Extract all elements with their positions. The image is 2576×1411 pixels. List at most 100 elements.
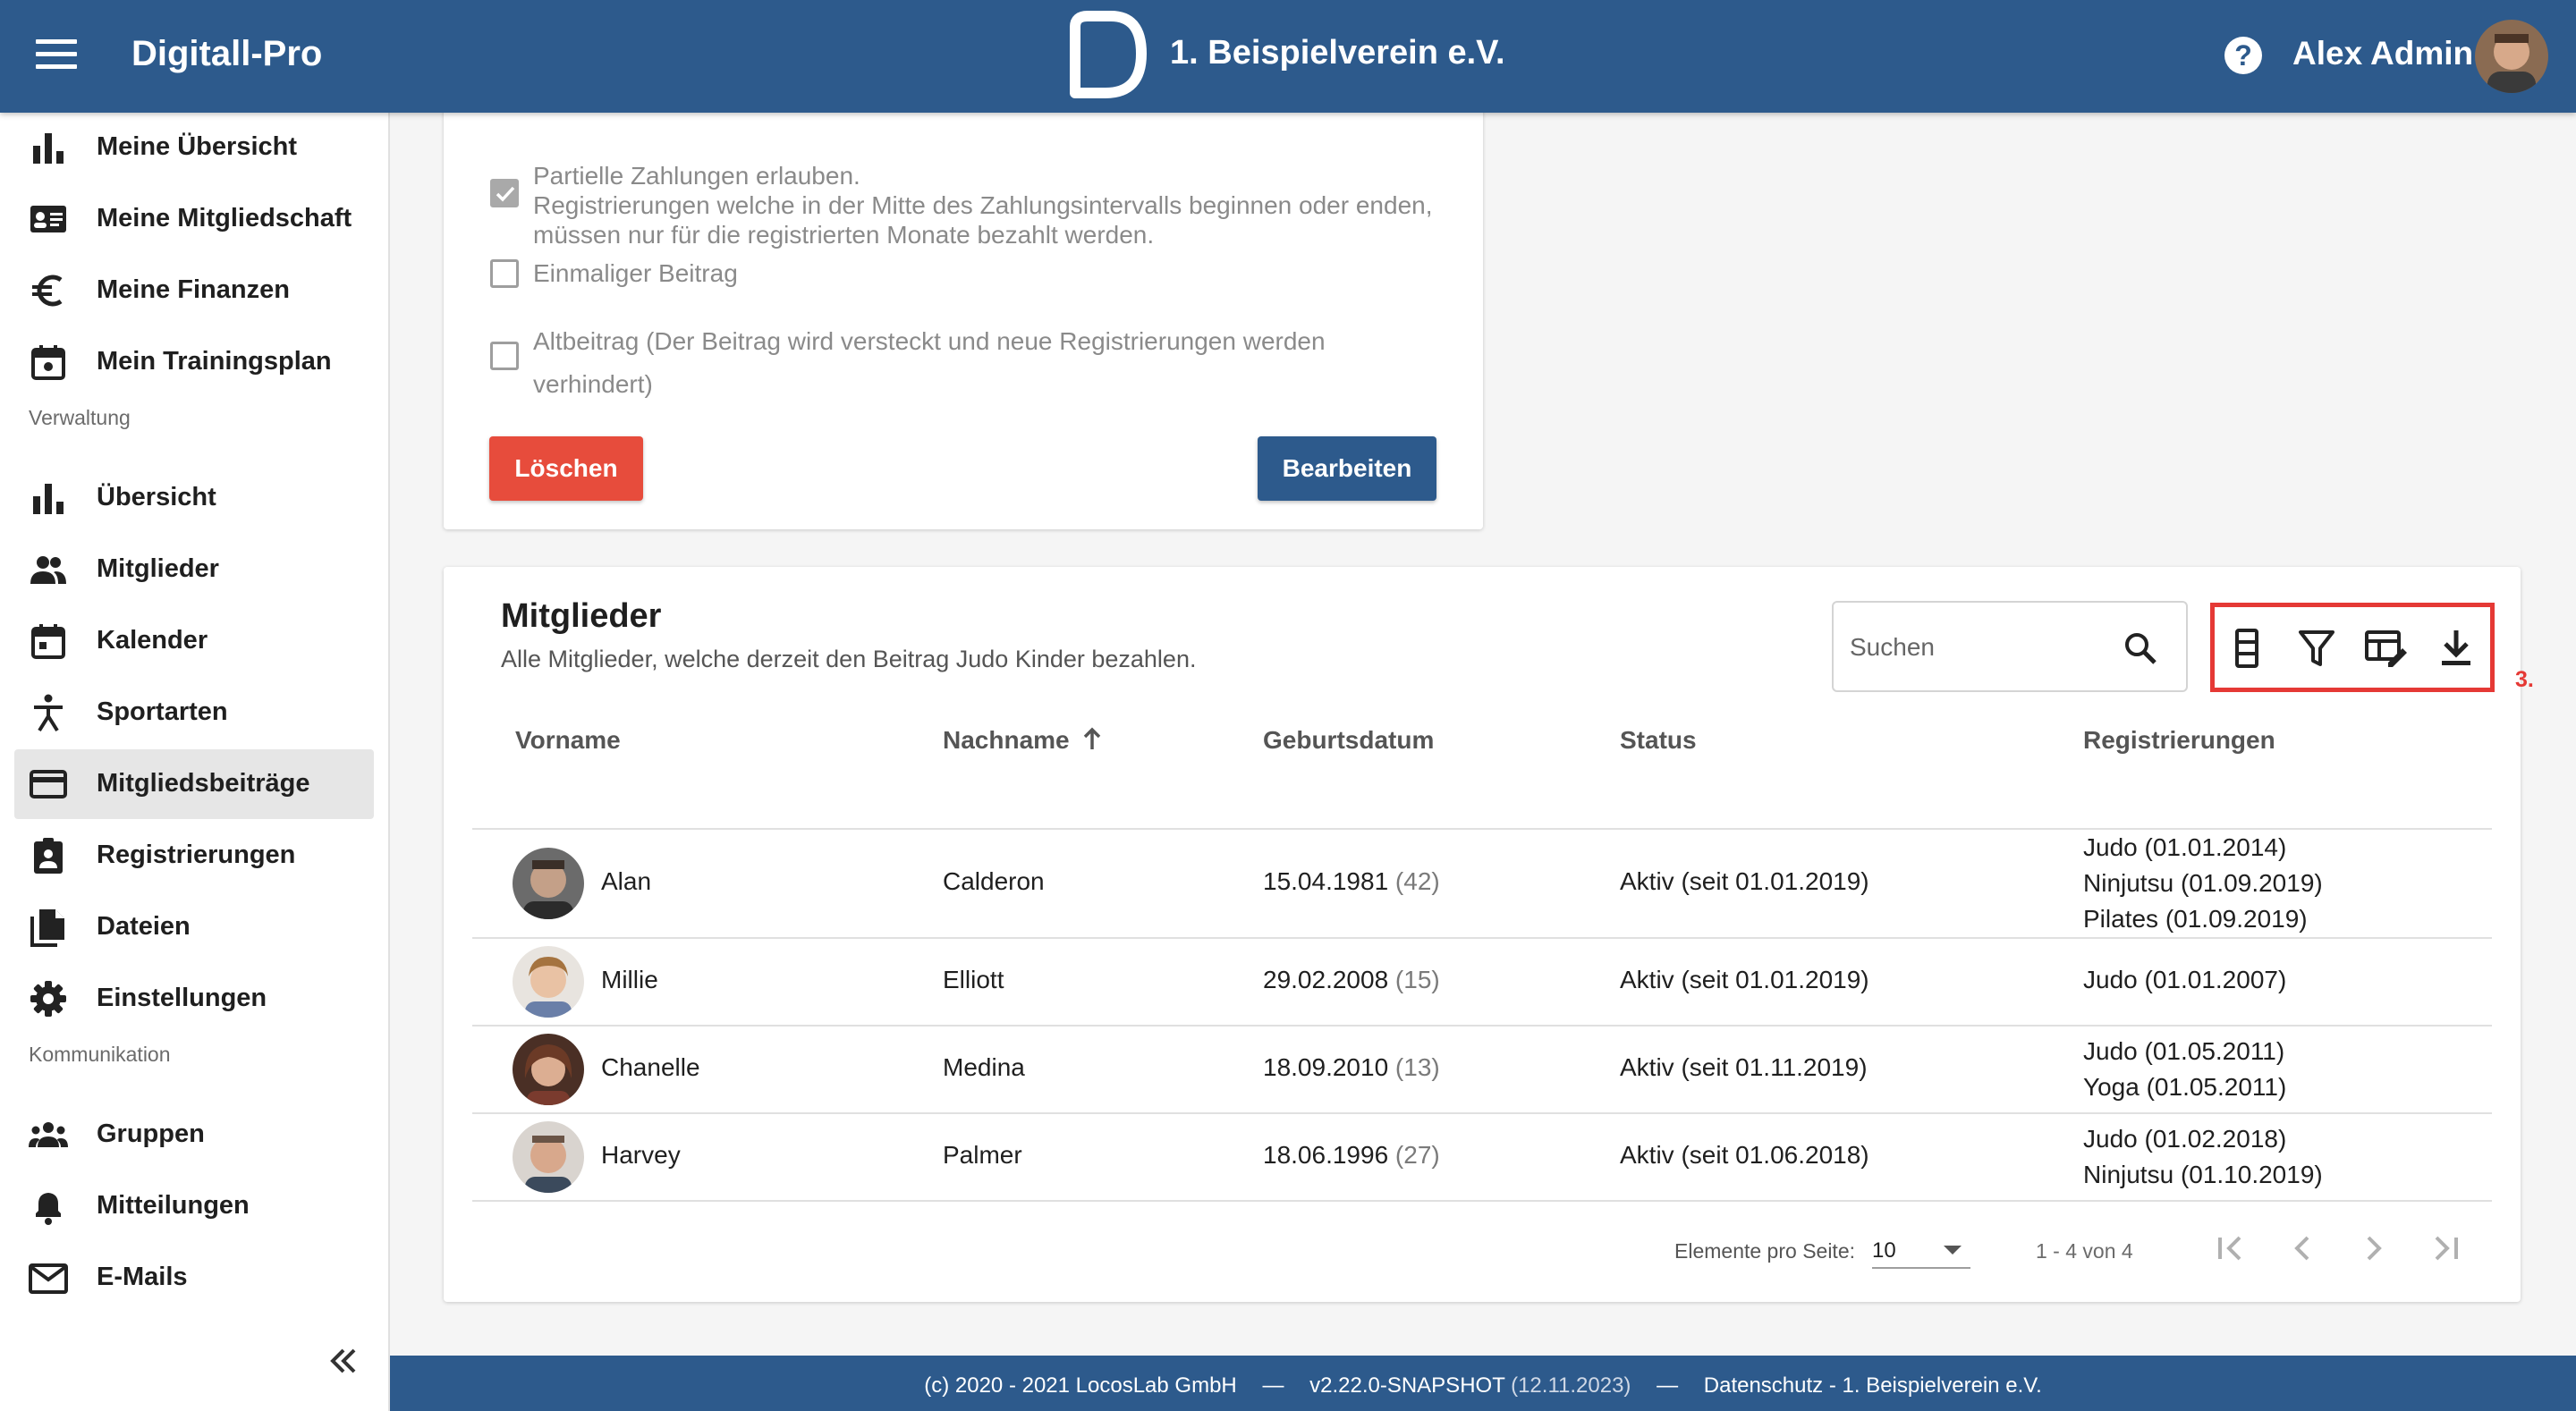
sidebar-item-kalender[interactable]: Kalender [14, 606, 374, 676]
sort-ascending-icon[interactable] [1081, 726, 1103, 751]
cell-birthdate: 18.06.1996 (27) [1263, 1141, 1440, 1170]
sidebar-item-mitglieder[interactable]: Mitglieder [14, 535, 374, 604]
sidebar-item-label: Mitteilungen [97, 1191, 250, 1220]
sidebar: Meine Übersicht Meine Mitgliedschaft Mei… [0, 113, 390, 1411]
table-row[interactable]: Harvey Palmer 18.06.1996 (27) Aktiv (sei… [472, 1114, 2492, 1200]
sidebar-item-label: Mitglieder [97, 554, 219, 583]
items-per-page-label: Elemente pro Seite: [1674, 1239, 1856, 1263]
column-header-nachname[interactable]: Nachname [943, 726, 1103, 755]
column-header-vorname[interactable]: Vorname [515, 726, 621, 755]
download-icon[interactable] [2433, 625, 2479, 672]
table-row[interactable]: Alan Calderon 15.04.1981 (42) Aktiv (sei… [472, 830, 2492, 937]
help-icon[interactable]: ? [2224, 37, 2262, 74]
people-icon [30, 556, 66, 584]
delete-button[interactable]: Löschen [489, 436, 643, 501]
age-value: (13) [1394, 1053, 1440, 1081]
footer-separator: — [1262, 1373, 1284, 1398]
user-name[interactable]: Alex Admin [2292, 35, 2473, 72]
cell-last-name: Calderon [943, 867, 1045, 895]
items-per-page-select[interactable]: 10 [1872, 1233, 1970, 1269]
cell-registrations: Judo (01.05.2011) Yoga (01.05.2011) [2083, 1034, 2286, 1105]
option-label: Altbeitrag (Der Beitrag wird versteckt u… [533, 327, 1326, 398]
previous-page-icon[interactable] [2281, 1227, 2324, 1270]
menu-icon[interactable] [36, 39, 77, 73]
bell-icon [36, 1193, 61, 1225]
footer-privacy-link[interactable]: Datenschutz - 1. Beispielverein e.V. [1704, 1373, 2042, 1398]
id-card-icon [30, 206, 66, 232]
next-page-icon[interactable] [2352, 1227, 2395, 1270]
sidebar-item-label: Einstellungen [97, 984, 267, 1012]
user-avatar[interactable] [2475, 20, 2548, 93]
bar-chart-icon [33, 484, 64, 514]
collapse-sidebar-icon[interactable] [324, 1341, 363, 1381]
column-layout-icon[interactable] [2224, 625, 2270, 672]
checkbox-one-time-fee[interactable] [490, 259, 519, 288]
sidebar-item-sportarten[interactable]: Sportarten [14, 678, 374, 748]
cell-last-name: Palmer [943, 1141, 1022, 1169]
checkbox-partial-payments[interactable] [490, 179, 519, 207]
cell-registrations: Judo (01.02.2018) Ninjutsu (01.10.2019) [2083, 1121, 2323, 1193]
footer-content: (c) 2020 - 2021 LocosLab GmbH — v2.22.0-… [390, 1373, 2576, 1398]
registration-item: Judo (01.01.2007) [2083, 966, 2287, 993]
sidebar-item-registrierungen[interactable]: Registrierungen [14, 821, 374, 891]
table-row[interactable]: Chanelle Medina 18.09.2010 (13) Aktiv (s… [472, 1027, 2492, 1112]
sidebar-item-einstellungen[interactable]: Einstellungen [14, 964, 374, 1034]
registration-item: Yoga (01.05.2011) [2083, 1073, 2287, 1101]
club-logo-icon [1070, 11, 1147, 98]
file-icon [30, 909, 64, 947]
search-input[interactable] [1850, 628, 2118, 667]
avatar [513, 946, 584, 1018]
sidebar-item-label: Dateien [97, 912, 191, 941]
sidebar-item-meine-mitgliedschaft[interactable]: Meine Mitgliedschaft [14, 184, 374, 254]
cell-last-name: Elliott [943, 966, 1004, 993]
registration-item: Judo (01.05.2011) [2083, 1037, 2285, 1065]
table-toolbar [2210, 603, 2495, 692]
cell-status: Aktiv (seit 01.11.2019) [1620, 1053, 1868, 1082]
column-header-status[interactable]: Status [1620, 726, 1697, 755]
sidebar-item-label: Meine Finanzen [97, 275, 290, 304]
sidebar-item-uebersicht[interactable]: Übersicht [14, 463, 374, 533]
sidebar-item-mitgliedsbeitraege[interactable]: Mitgliedsbeiträge [14, 749, 374, 819]
sidebar-item-meine-uebersicht[interactable]: Meine Übersicht [14, 113, 374, 182]
age-value: (42) [1394, 867, 1440, 895]
status-value: Aktiv [1620, 1141, 1674, 1169]
app-title[interactable]: Digitall-Pro [131, 34, 322, 74]
search-field[interactable] [1832, 601, 2188, 692]
last-page-icon[interactable] [2424, 1227, 2467, 1270]
sidebar-item-gruppen[interactable]: Gruppen [14, 1100, 374, 1170]
birthdate-value: 29.02.2008 [1263, 966, 1389, 993]
column-header-label: Nachname [943, 726, 1070, 754]
sidebar-item-dateien[interactable]: Dateien [14, 892, 374, 962]
checkbox-legacy-fee[interactable] [490, 342, 519, 370]
sidebar-item-label: Sportarten [97, 697, 228, 726]
club-name: 1. Beispielverein e.V. [1170, 34, 1505, 72]
status-value: Aktiv [1620, 966, 1674, 993]
section-label-kommunikation: Kommunikation [29, 1043, 171, 1066]
first-page-icon[interactable] [2209, 1227, 2252, 1270]
footer-build-date: (12.11.2023) [1511, 1373, 1631, 1398]
sidebar-item-e-mails[interactable]: E-Mails [14, 1243, 374, 1313]
sidebar-item-label: Meine Übersicht [97, 132, 297, 161]
items-per-page-value: 10 [1872, 1238, 1896, 1263]
cell-birthdate: 29.02.2008 (15) [1263, 966, 1440, 994]
members-subtitle: Alle Mitglieder, welche derzeit den Beit… [501, 646, 1197, 672]
column-header-geburtsdatum[interactable]: Geburtsdatum [1263, 726, 1434, 755]
footer-copyright[interactable]: (c) 2020 - 2021 LocosLab GmbH [924, 1373, 1237, 1398]
sidebar-item-mein-trainingsplan[interactable]: Mein Trainingsplan [14, 327, 374, 397]
sidebar-item-label: Gruppen [97, 1120, 205, 1148]
edit-button[interactable]: Bearbeiten [1258, 436, 1436, 501]
search-icon[interactable] [2122, 629, 2159, 667]
section-label-verwaltung: Verwaltung [29, 406, 131, 429]
mail-icon [29, 1263, 68, 1294]
sidebar-item-label: Registrierungen [97, 841, 296, 869]
table-row[interactable]: Millie Elliott 29.02.2008 (15) Aktiv (se… [472, 939, 2492, 1025]
registration-item: Judo (01.01.2014) [2083, 833, 2287, 861]
edit-columns-icon[interactable] [2363, 625, 2410, 672]
sidebar-item-meine-finanzen[interactable]: Meine Finanzen [14, 256, 374, 325]
cell-registrations: Judo (01.01.2014) Ninjutsu (01.09.2019) … [2083, 830, 2323, 937]
cell-first-name: Harvey [601, 1141, 681, 1169]
filter-icon[interactable] [2293, 625, 2340, 672]
column-header-registrierungen[interactable]: Registrierungen [2083, 726, 2275, 755]
sidebar-item-label: Mitgliedsbeiträge [97, 769, 310, 798]
sidebar-item-mitteilungen[interactable]: Mitteilungen [14, 1171, 374, 1241]
